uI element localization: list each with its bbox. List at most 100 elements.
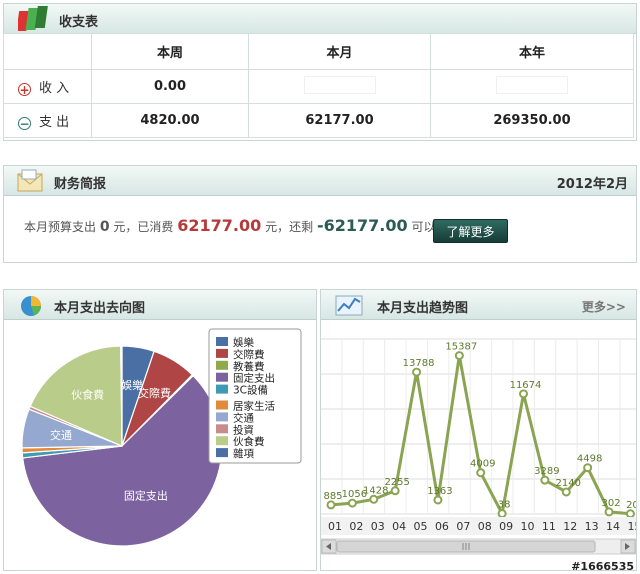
minus-circle-icon: − <box>18 117 31 131</box>
income-row-label: + 收 入 <box>3 69 92 104</box>
x-tick-label: 09 <box>499 520 513 533</box>
pie-slice-label: 伙食費 <box>71 387 104 401</box>
line-chart-icon <box>335 295 363 316</box>
legend-swatch <box>216 448 228 458</box>
pie-chart-icon <box>21 296 41 316</box>
legend-item: 教養費 <box>233 360 265 373</box>
trend-point-label: 4498 <box>577 454 602 465</box>
income-expense-title: 收支表 <box>59 15 99 30</box>
pie-slice-label: 交通 <box>50 428 72 442</box>
trend-point <box>583 463 593 473</box>
income-year-value <box>430 69 634 104</box>
x-tick-label: 08 <box>478 520 492 533</box>
pie-slice-label: 交際費 <box>138 386 171 400</box>
trend-point-label: 1363 <box>427 486 452 497</box>
trend-point <box>369 494 379 504</box>
trend-point-label: 2140 <box>556 478 581 489</box>
trend-point <box>497 509 507 519</box>
col-header-year: 本年 <box>430 33 634 70</box>
legend-item: 居家生活 <box>233 400 275 413</box>
x-tick-label: 03 <box>371 520 385 533</box>
trend-point-label: 38 <box>498 500 511 511</box>
finance-brief-header: 财务简报 2012年2月 <box>4 166 636 196</box>
legend-swatch <box>216 360 228 370</box>
trend-point <box>347 498 357 508</box>
legend-item: 投資 <box>233 423 254 436</box>
legend-swatch <box>216 337 228 346</box>
envelope-icon <box>17 169 43 192</box>
finance-brief-title: 财务简报 <box>54 177 107 192</box>
remaining-value: -62177.00 <box>316 216 408 235</box>
table-header-row: 本周 本月 本年 <box>3 33 634 70</box>
trend-point-label: 20 <box>626 500 636 511</box>
finance-brief-panel: 财务简报 2012年2月 <box>3 165 637 263</box>
trend-point <box>604 507 614 517</box>
legend-swatch <box>216 424 228 434</box>
trend-point <box>561 487 571 497</box>
legend-swatch <box>216 436 228 446</box>
trend-point-label: 885 <box>323 491 342 502</box>
x-tick-label: 07 <box>456 520 470 533</box>
expense-month-value: 62177.00 <box>248 103 431 138</box>
legend-swatch <box>216 412 228 422</box>
trend-point-label: 15387 <box>445 342 477 353</box>
plus-circle-icon: + <box>18 83 31 97</box>
trend-more-link[interactable]: 更多>> <box>582 298 626 315</box>
trend-point-label: 2255 <box>384 477 409 488</box>
trend-point-label: 11674 <box>510 380 542 391</box>
finance-brief-text: 本月预算支出 0 元，已消费 62177.00 元，还剩 -62177.00 可… <box>24 216 471 235</box>
col-header-week: 本周 <box>91 33 249 70</box>
expense-week-value: 4820.00 <box>91 103 249 138</box>
x-tick-label: 12 <box>563 520 577 533</box>
trend-point <box>476 468 486 478</box>
budget-value: 0 <box>99 219 110 235</box>
trend-panel-header: 本月支出趋势图 更多>> <box>321 290 636 320</box>
legend-item: 雜項 <box>233 447 254 460</box>
legend-swatch <box>216 400 228 410</box>
legend-swatch <box>216 372 228 382</box>
x-tick-label: 02 <box>349 520 363 533</box>
trend-point <box>412 367 422 377</box>
income-expense-table: 本周 本月 本年 + 收 入 0.00 − 支 出 4820.00 62177.00… <box>3 33 634 138</box>
trend-point-label: 13788 <box>403 358 435 369</box>
pie-panel: 本月支出去向图 娛樂 交際費 固定支出 交通 伙食費 娛樂 交際費 教養費 固定支出 3C設備 居家… <box>3 289 317 571</box>
legend-item: 3C設備 <box>233 384 268 397</box>
x-tick-label: 14 <box>606 520 620 533</box>
trend-point-label: 3289 <box>534 466 559 477</box>
trend-panel: 本月支出趋势图 更多>> 885 1056 1428 2255 13788 1363 153… <box>320 289 637 571</box>
spent-value: 62177.00 <box>177 216 262 235</box>
learn-more-button[interactable]: 了解更多 <box>433 219 508 243</box>
table-row: + 收 入 0.00 <box>3 69 634 104</box>
x-tick-label: 05 <box>414 520 428 533</box>
trend-point <box>390 486 400 496</box>
legend-item: 娛樂 <box>233 336 254 349</box>
legend-item: 伙食費 <box>233 435 265 448</box>
x-tick-label: 01 <box>328 520 342 533</box>
col-header-month: 本月 <box>248 33 431 70</box>
trend-point <box>433 495 443 505</box>
pie-slice-label: 固定支出 <box>124 489 168 503</box>
trend-point <box>625 509 635 519</box>
legend-item: 固定支出 <box>233 372 275 385</box>
legend-swatch <box>216 384 228 394</box>
x-tick-label: 10 <box>520 520 534 533</box>
trend-point <box>454 351 464 361</box>
income-expense-header: 收支表 <box>4 4 636 34</box>
x-tick-label: 15 <box>627 520 636 533</box>
watermark: #1666535 <box>571 560 634 573</box>
trend-point <box>518 389 528 399</box>
trend-point-label: 4009 <box>470 459 495 470</box>
x-tick-label: 11 <box>542 520 556 533</box>
trend-point <box>326 500 336 510</box>
ledger-icon <box>18 6 48 31</box>
expense-row-label: − 支 出 <box>3 103 92 138</box>
pie-panel-title: 本月支出去向图 <box>54 301 146 316</box>
table-row: − 支 出 4820.00 62177.00 269350.00 <box>3 103 634 138</box>
trend-point-label: 302 <box>602 498 621 509</box>
income-month-value <box>248 69 431 104</box>
pie-panel-header: 本月支出去向图 <box>4 290 316 320</box>
trend-panel-title: 本月支出趋势图 <box>377 301 469 316</box>
pie-chart: 娛樂交際費固定支出交通伙食費娛樂交際費教養費固定支出3C設備居家生活交通投資伙食… <box>21 328 302 547</box>
legend-item: 交通 <box>233 411 254 424</box>
trend-point <box>540 475 550 485</box>
